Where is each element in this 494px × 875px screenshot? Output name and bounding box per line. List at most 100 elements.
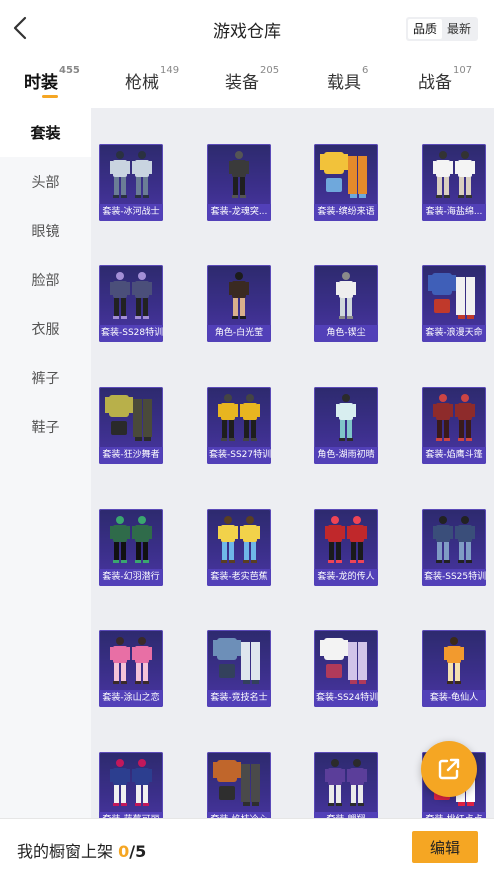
item-card[interactable]: 套装-幻羽潜行 bbox=[99, 509, 163, 586]
item-thumbnail bbox=[110, 272, 152, 319]
item-name: 套装-SS27特训 bbox=[207, 447, 271, 464]
external-link-icon bbox=[438, 758, 460, 780]
shelved-count: 0 bbox=[118, 842, 130, 861]
item-name: 套装-SS28特训 bbox=[99, 325, 163, 342]
item-name: 套装-海盐绵... bbox=[422, 204, 486, 221]
item-thumbnail bbox=[213, 638, 260, 684]
item-card[interactable]: 套装-翱翔 bbox=[314, 752, 378, 818]
item-card[interactable]: 套装-老实芭蕉 bbox=[207, 509, 271, 586]
item-name: 套装-SS25特训 bbox=[422, 569, 486, 586]
tab-vehicles[interactable]: 载具6 bbox=[327, 65, 369, 93]
item-thumbnail bbox=[110, 637, 152, 684]
item-thumbnail bbox=[229, 272, 249, 319]
subcategory-sidebar: 套装 头部 眼镜 脸部 衣服 裤子 鞋子 bbox=[0, 108, 91, 818]
item-name: 套装-龟仙人 bbox=[422, 690, 486, 707]
bottom-bar: 我的橱窗上架 0/5 编辑 bbox=[0, 818, 494, 875]
category-tabs: 时装455 枪械149 装备205 载具6 战备107 bbox=[0, 58, 494, 108]
sidebar-item-sets[interactable]: 套装 bbox=[0, 108, 91, 157]
showcase-status: 我的橱窗上架 0/5 bbox=[17, 838, 146, 862]
item-card[interactable]: 套装-龙魂突... bbox=[207, 144, 271, 221]
item-card[interactable]: 套装-涂山之恋 bbox=[99, 630, 163, 707]
item-name: 角色-湖雨初晴 bbox=[314, 447, 378, 464]
item-name: 套装-老实芭蕉 bbox=[207, 569, 271, 586]
tab-count: 6 bbox=[362, 65, 369, 76]
item-card[interactable]: 套装-龙的传人 bbox=[314, 509, 378, 586]
item-card[interactable]: 套装-SS24特训 bbox=[314, 630, 378, 707]
sort-newest-option[interactable]: 最新 bbox=[442, 19, 476, 39]
item-card[interactable]: 套装-SS28特训 bbox=[99, 265, 163, 342]
item-card[interactable]: 套装-浪漫天命 bbox=[422, 265, 486, 342]
item-grid: 套装-冰河战士 套装-龙魂突... 套装-缤纷来语 套装-海盐绵... 套装-SS28特… bbox=[91, 108, 494, 818]
item-thumbnail bbox=[213, 760, 260, 806]
item-card[interactable]: 套装-焰鹰斗篷 bbox=[422, 387, 486, 464]
tab-supplies[interactable]: 战备107 bbox=[418, 65, 473, 93]
tab-guns[interactable]: 枪械149 bbox=[125, 65, 180, 93]
item-card[interactable]: 套装-SS25特训 bbox=[422, 509, 486, 586]
item-name: 角色-锲尘 bbox=[314, 325, 378, 342]
item-card[interactable]: 套装-海盐绵... bbox=[422, 144, 486, 221]
share-button[interactable] bbox=[421, 741, 477, 797]
showcase-label: 我的橱窗上架 bbox=[17, 842, 119, 861]
item-thumbnail bbox=[229, 151, 249, 198]
item-thumbnail bbox=[110, 516, 152, 563]
tab-count: 205 bbox=[260, 65, 280, 76]
tab-label: 时装 bbox=[24, 73, 58, 93]
sidebar-item-clothes[interactable]: 衣服 bbox=[0, 304, 91, 353]
item-name: 套装-龙的传人 bbox=[314, 569, 378, 586]
item-thumbnail bbox=[218, 394, 260, 441]
item-thumbnail bbox=[433, 516, 475, 563]
item-name: 套装-竞技名士 bbox=[207, 690, 271, 707]
item-thumbnail bbox=[433, 394, 475, 441]
item-card[interactable]: 角色-白光莹 bbox=[207, 265, 271, 342]
item-card[interactable]: 套装-龟仙人 bbox=[422, 630, 486, 707]
item-card[interactable]: 套装-冰河战士 bbox=[99, 144, 163, 221]
sort-quality-option[interactable]: 品质 bbox=[407, 19, 442, 39]
edit-button[interactable]: 编辑 bbox=[412, 831, 478, 863]
item-thumbnail bbox=[320, 152, 367, 198]
tab-label: 战备 bbox=[418, 73, 452, 93]
item-card[interactable]: 套装-焰枝冷心 bbox=[207, 752, 271, 818]
item-thumbnail bbox=[444, 637, 464, 684]
item-thumbnail bbox=[110, 759, 152, 806]
item-card[interactable]: 角色-锲尘 bbox=[314, 265, 378, 342]
tab-label: 枪械 bbox=[125, 73, 159, 93]
item-name: 套装-SS24特训 bbox=[314, 690, 378, 707]
item-thumbnail bbox=[320, 638, 367, 684]
item-card[interactable]: 套装-狂沙舞者 bbox=[99, 387, 163, 464]
item-name: 角色-白光莹 bbox=[207, 325, 271, 342]
item-name: 套装-涂山之恋 bbox=[99, 690, 163, 707]
tab-label: 装备 bbox=[225, 73, 259, 93]
sidebar-item-glasses[interactable]: 眼镜 bbox=[0, 206, 91, 255]
top-bar: 游戏仓库 品质 最新 bbox=[0, 0, 494, 58]
item-name: 套装-龙魂突... bbox=[207, 204, 271, 221]
active-tab-indicator bbox=[42, 95, 58, 98]
item-thumbnail bbox=[105, 395, 152, 441]
sidebar-item-face[interactable]: 脸部 bbox=[0, 255, 91, 304]
item-thumbnail bbox=[110, 151, 152, 198]
item-card[interactable]: 套装-蓝莓可丽 bbox=[99, 752, 163, 818]
item-thumbnail bbox=[433, 151, 475, 198]
tab-count: 149 bbox=[160, 65, 180, 76]
item-card[interactable]: 套装-SS27特训 bbox=[207, 387, 271, 464]
tab-count: 107 bbox=[453, 65, 473, 76]
item-name: 套装-狂沙舞者 bbox=[99, 447, 163, 464]
item-thumbnail bbox=[336, 272, 356, 319]
item-thumbnail bbox=[336, 394, 356, 441]
tab-equipment[interactable]: 装备205 bbox=[225, 65, 280, 93]
tab-count: 455 bbox=[59, 65, 80, 76]
sidebar-item-head[interactable]: 头部 bbox=[0, 157, 91, 206]
item-name: 套装-缤纷来语 bbox=[314, 204, 378, 221]
tab-fashion[interactable]: 时装455 bbox=[24, 65, 80, 93]
item-thumbnail bbox=[325, 759, 367, 806]
item-name: 套装-浪漫天命 bbox=[422, 325, 486, 342]
item-name: 套装-幻羽潜行 bbox=[99, 569, 163, 586]
shelved-total: /5 bbox=[129, 842, 147, 861]
item-card[interactable]: 套装-竞技名士 bbox=[207, 630, 271, 707]
sidebar-item-pants[interactable]: 裤子 bbox=[0, 353, 91, 402]
item-thumbnail bbox=[325, 516, 367, 563]
sidebar-item-shoes[interactable]: 鞋子 bbox=[0, 402, 91, 451]
item-card[interactable]: 套装-缤纷来语 bbox=[314, 144, 378, 221]
tab-label: 载具 bbox=[327, 73, 361, 93]
item-card[interactable]: 角色-湖雨初晴 bbox=[314, 387, 378, 464]
sort-toggle: 品质 最新 bbox=[405, 17, 478, 41]
